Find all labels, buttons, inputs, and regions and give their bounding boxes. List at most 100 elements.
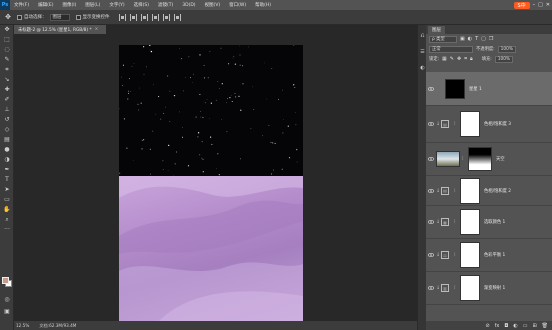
- visibility-eye-icon[interactable]: [427, 251, 435, 259]
- zoom-level[interactable]: 12.5%: [16, 323, 29, 328]
- layer-name[interactable]: 渐变映射 1: [484, 285, 505, 291]
- quick-select-icon[interactable]: ✎: [0, 55, 14, 65]
- visibility-eye-icon[interactable]: [427, 120, 435, 128]
- layer-style-icon[interactable]: fx: [495, 323, 500, 329]
- fill-input[interactable]: 100%: [494, 55, 514, 63]
- align-left-icon[interactable]: [151, 13, 159, 21]
- link-icon[interactable]: ⁞: [454, 219, 458, 225]
- brush-icon[interactable]: ✐: [0, 95, 14, 105]
- new-layer-icon[interactable]: ⊞: [532, 323, 536, 329]
- crop-icon[interactable]: ⌗: [0, 65, 14, 75]
- link-icon[interactable]: ⁞: [454, 285, 458, 291]
- filter-adjustment-icon[interactable]: ◐: [468, 36, 472, 42]
- layer-mask-thumbnail[interactable]: [460, 177, 480, 204]
- document-canvas[interactable]: [119, 45, 303, 321]
- lock-position-icon[interactable]: ✥: [457, 56, 461, 62]
- hand-icon[interactable]: ✋: [0, 205, 14, 215]
- history-brush-icon[interactable]: ↺: [0, 115, 14, 125]
- canvas-area[interactable]: [14, 34, 417, 321]
- ime-indicator[interactable]: S中: [513, 1, 530, 9]
- screen-mode-icon[interactable]: ▣: [0, 307, 14, 317]
- menu-edit[interactable]: 编辑(E): [38, 2, 53, 8]
- clone-stamp-icon[interactable]: ⊥: [0, 105, 14, 115]
- tab-layers[interactable]: 图层: [428, 25, 445, 34]
- menu-select[interactable]: 选择(S): [134, 2, 149, 8]
- visibility-eye-icon[interactable]: [427, 284, 435, 292]
- link-icon[interactable]: ⁞: [462, 156, 466, 162]
- filter-smart-object-icon[interactable]: ❐: [489, 36, 493, 42]
- lock-transparent-icon[interactable]: ▦: [442, 56, 447, 62]
- blur-icon[interactable]: ●: [0, 145, 14, 155]
- layer-hue-saturation-3[interactable]: ↓ ▤ ⁞ 色相/饱和度 3: [426, 106, 552, 143]
- move-tool-icon[interactable]: ✥: [3, 13, 13, 22]
- visibility-eye-icon[interactable]: [427, 85, 435, 93]
- layer-sky[interactable]: ⁞ 天空: [426, 143, 552, 176]
- move-icon[interactable]: ✥: [0, 25, 14, 35]
- menu-help[interactable]: 帮助(H): [255, 2, 271, 8]
- shape-icon[interactable]: ▭: [0, 195, 14, 205]
- link-layers-icon[interactable]: ⊘: [485, 323, 489, 329]
- eraser-icon[interactable]: ◇: [0, 125, 14, 135]
- layer-selective-color-1[interactable]: ↓ ▦ ⁞ 选取颜色 1: [426, 206, 552, 239]
- align-middle-icon[interactable]: [129, 13, 137, 21]
- layer-filter-dropdown[interactable]: ρ 类型: [429, 35, 457, 43]
- new-adjustment-icon[interactable]: ◐: [513, 323, 517, 329]
- photoshop-logo[interactable]: Ps: [0, 0, 10, 10]
- lock-artboard-icon[interactable]: ⌗: [464, 56, 467, 62]
- healing-brush-icon[interactable]: ✚: [0, 85, 14, 95]
- show-transform-checkbox[interactable]: [75, 14, 81, 20]
- layer-name[interactable]: 色彩平衡 1: [484, 252, 505, 258]
- layer-name[interactable]: 选取颜色 1: [484, 219, 505, 225]
- layer-name[interactable]: 星星 1: [469, 86, 482, 92]
- quick-mask-icon[interactable]: ◎: [0, 295, 14, 305]
- layer-mask-thumbnail[interactable]: [468, 147, 492, 171]
- layer-mask-thumbnail[interactable]: [460, 209, 480, 235]
- opacity-input[interactable]: 100%: [497, 45, 516, 53]
- menu-view[interactable]: 视图(V): [205, 2, 221, 8]
- add-mask-icon[interactable]: ◘: [504, 323, 508, 329]
- layer-mask-thumbnail[interactable]: [460, 275, 480, 301]
- foreground-color-swatch[interactable]: [2, 277, 9, 284]
- tab-close-icon[interactable]: ×: [95, 27, 99, 32]
- menu-type[interactable]: 文字(Y): [109, 2, 124, 8]
- layer-name[interactable]: 天空: [496, 156, 505, 162]
- layer-stars[interactable]: 星星 1: [426, 72, 552, 106]
- minimize-icon[interactable]: –: [533, 2, 536, 8]
- menu-filter[interactable]: 滤镜(T): [158, 2, 173, 8]
- document-tab[interactable]: 未标题-2 @ 12.5% (星星1, RGB/8) * ×: [14, 25, 106, 34]
- layer-mask-thumbnail[interactable]: [460, 111, 480, 137]
- delete-layer-icon[interactable]: 🗑︎: [542, 323, 548, 329]
- link-icon[interactable]: ⁞: [454, 121, 458, 127]
- zoom-icon[interactable]: ⌕: [0, 215, 14, 225]
- layer-gradient-map-1[interactable]: ↓ ▥ ⁞ 渐变映射 1: [426, 272, 552, 305]
- layer-mask-thumbnail[interactable]: [460, 242, 480, 268]
- menu-image[interactable]: 图像(I): [62, 2, 76, 8]
- filter-pixel-icon[interactable]: ▣: [460, 36, 465, 42]
- visibility-eye-icon[interactable]: [427, 218, 435, 226]
- type-icon[interactable]: T: [0, 175, 14, 185]
- document-info[interactable]: 文档:62.3M/93.4M: [39, 323, 76, 329]
- filter-shape-icon[interactable]: ▢: [481, 36, 486, 42]
- dodge-icon[interactable]: ◑: [0, 155, 14, 165]
- layer-name[interactable]: 色相/饱和度 3: [484, 121, 511, 127]
- gradient-icon[interactable]: ▤: [0, 135, 14, 145]
- menu-window[interactable]: 窗口(W): [229, 2, 246, 8]
- marquee-icon[interactable]: ⬚: [0, 35, 14, 45]
- more-tools-icon[interactable]: ···: [0, 225, 14, 235]
- layer-name[interactable]: 色相/饱和度 2: [484, 188, 511, 194]
- filter-type-icon[interactable]: T: [475, 36, 478, 42]
- align-center-icon[interactable]: [162, 13, 170, 21]
- link-icon[interactable]: ⁞: [454, 188, 458, 194]
- lasso-icon[interactable]: ◌: [0, 45, 14, 55]
- pen-icon[interactable]: ✒: [0, 165, 14, 175]
- auto-select-checkbox[interactable]: [17, 14, 22, 20]
- menu-3d[interactable]: 3D(D): [182, 3, 195, 8]
- link-icon[interactable]: ⁞: [454, 252, 458, 258]
- visibility-eye-icon[interactable]: [427, 155, 435, 163]
- maximize-icon[interactable]: □: [538, 2, 543, 8]
- layer-hue-saturation-2[interactable]: ↓ ▤ ⁞ 色相/饱和度 2: [426, 176, 552, 206]
- blend-mode-dropdown[interactable]: 正常: [429, 45, 473, 53]
- lock-all-icon[interactable]: 🔒︎: [470, 56, 473, 62]
- align-right-icon[interactable]: [173, 13, 181, 21]
- auto-select-dropdown[interactable]: 图层: [49, 13, 70, 21]
